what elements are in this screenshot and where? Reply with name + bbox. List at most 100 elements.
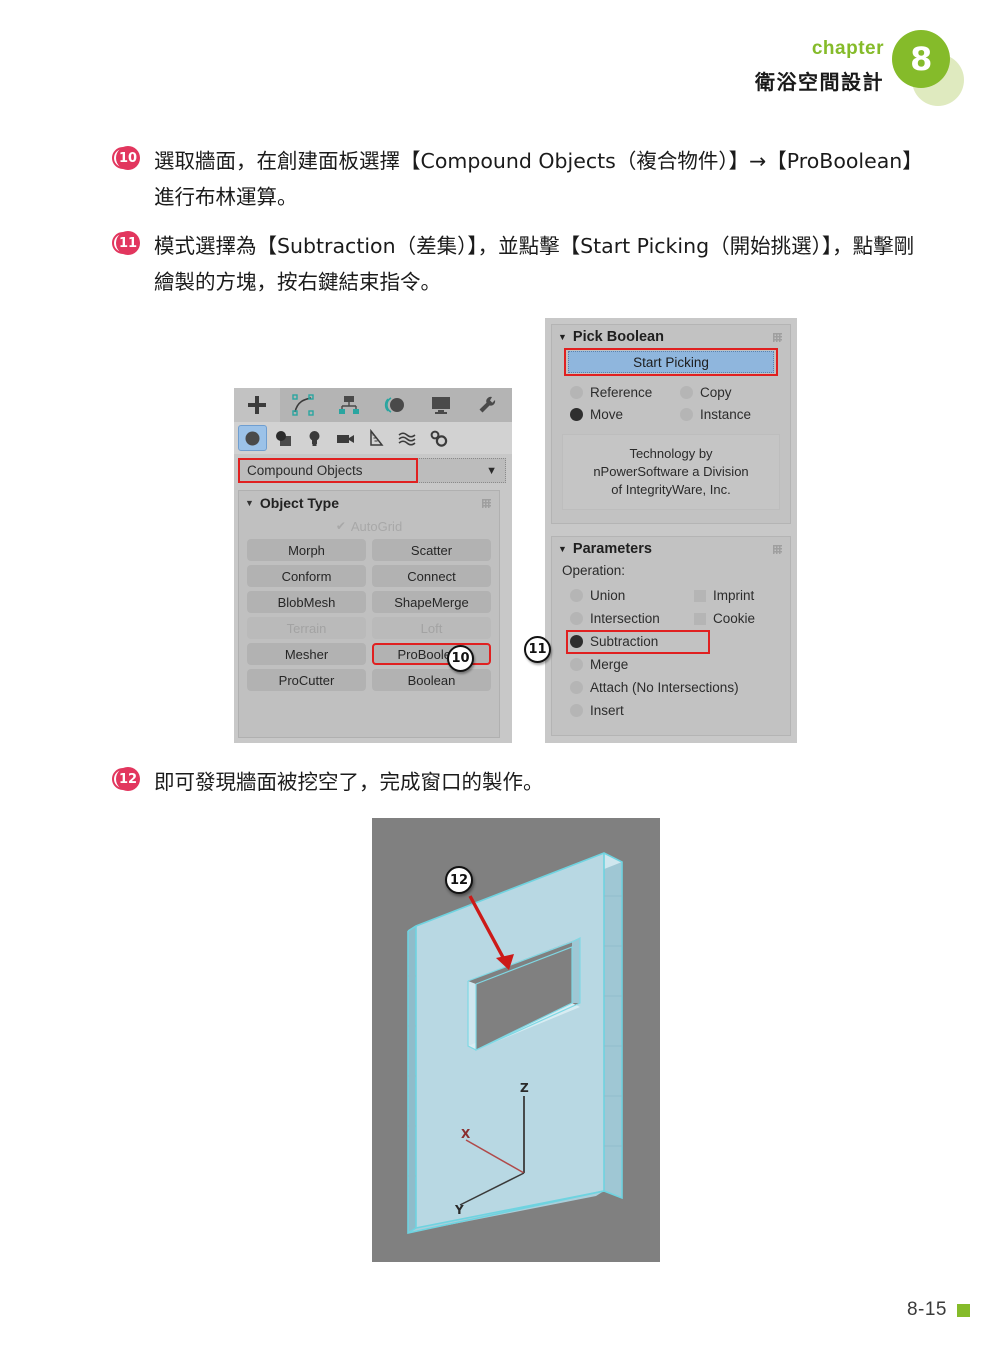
object-type-header[interactable]: ▼ Object Type xyxy=(239,491,499,515)
radio-reference[interactable]: Reference xyxy=(570,385,680,400)
rollout-grip-icon xyxy=(482,499,491,508)
subtraction-highlight-box xyxy=(566,630,710,654)
radio-dot-icon xyxy=(570,681,583,694)
operation-insert[interactable]: Insert xyxy=(570,699,790,722)
radio-dot-icon xyxy=(570,704,583,717)
step-text-11: 模式選擇為【Subtraction（差集）】，並點擊【Start Picking… xyxy=(154,234,915,294)
chapter-word: chapter xyxy=(811,38,884,59)
step-text-12: 即可發現牆面被挖空了，完成窗口的製作。 xyxy=(154,770,544,794)
object-type-button[interactable]: Conform xyxy=(247,565,366,587)
technology-credit-box: Technology by nPowerSoftware a Division … xyxy=(562,434,780,510)
operation-merge[interactable]: Merge xyxy=(570,653,790,676)
operation-union[interactable]: Union xyxy=(570,584,790,607)
spacewarps-category-button[interactable] xyxy=(393,425,422,451)
radio-dot-icon xyxy=(570,612,583,625)
step-badge-12: 12 xyxy=(112,767,140,793)
create-panel-screenshot: Compound Objects ▼ ▼ Object Type ✔ AutoG… xyxy=(234,388,512,743)
systems-gears-icon xyxy=(430,430,448,447)
radio-dot-icon xyxy=(570,386,583,399)
checkbox-label: Cookie xyxy=(713,611,756,626)
radio-instance[interactable]: Instance xyxy=(680,407,790,422)
pick-boolean-options: Reference Copy Move Instance xyxy=(552,373,790,422)
step-item-10: 10 選取牆面，在創建面板選擇【Compound Objects（複合物件）】→… xyxy=(112,143,932,215)
operation-label: Operation: xyxy=(562,563,626,578)
proboolean-params-screenshot: ▼ Pick Boolean Start Picking Reference C… xyxy=(545,318,797,743)
wall-side-face-left xyxy=(408,926,416,1233)
operation-label-text: Merge xyxy=(590,657,629,672)
chapter-header: 8 chapter 衛浴空間設計 xyxy=(752,24,972,110)
rollout-grip-icon xyxy=(773,333,782,342)
start-picking-button[interactable]: Start Picking xyxy=(568,351,774,373)
object-type-button[interactable]: Scatter xyxy=(372,539,491,561)
parameters-header[interactable]: ▼ Parameters xyxy=(552,537,790,561)
checkbox-icon xyxy=(694,612,706,625)
shapes-icon xyxy=(276,430,291,446)
operation-label-text: Insert xyxy=(590,703,624,718)
window-reveal-left xyxy=(468,981,476,1050)
technology-line: Technology by xyxy=(629,446,713,461)
chevron-down-icon: ▼ xyxy=(486,464,497,477)
operation-options: Union Intersection Subtraction Merge Att… xyxy=(552,578,790,722)
window-reveal-right xyxy=(572,938,580,1003)
radio-label: Move xyxy=(590,407,624,422)
start-picking-wrapper: Start Picking xyxy=(564,348,778,376)
modify-tab[interactable] xyxy=(280,388,326,422)
pick-boolean-header[interactable]: ▼ Pick Boolean xyxy=(552,325,790,349)
object-type-button[interactable]: BlobMesh xyxy=(247,591,366,613)
operation-checkboxes: Imprint Cookie xyxy=(694,584,755,630)
step-text-10: 選取牆面，在創建面板選擇【Compound Objects（複合物件）】→【Pr… xyxy=(154,149,923,209)
technology-line: nPowerSoftware a Division xyxy=(593,464,749,479)
hierarchy-icon xyxy=(339,396,359,414)
utilities-tab[interactable] xyxy=(464,388,510,422)
operation-attach[interactable]: Attach (No Intersections) xyxy=(570,676,790,699)
motion-tab[interactable] xyxy=(372,388,418,422)
utilities-wrench-icon xyxy=(479,396,496,413)
object-type-button[interactable]: Boolean xyxy=(372,669,491,691)
dropdown-selected-value: Compound Objects xyxy=(247,463,363,478)
operation-label-text: Intersection xyxy=(590,611,660,626)
checkmark-icon: ✔ xyxy=(335,519,346,533)
rollout-grip-icon xyxy=(773,545,782,554)
display-tab[interactable] xyxy=(418,388,464,422)
radio-dot-icon xyxy=(570,658,583,671)
callout-badge-12: 12 xyxy=(445,866,473,894)
checkbox-cookie[interactable]: Cookie xyxy=(694,607,755,630)
radio-move[interactable]: Move xyxy=(570,407,680,422)
radio-dot-icon xyxy=(680,408,693,421)
lights-bulb-icon xyxy=(309,430,320,446)
checkbox-label: Imprint xyxy=(713,588,755,603)
object-type-button[interactable]: ShapeMerge xyxy=(372,591,491,613)
helpers-category-button[interactable] xyxy=(362,425,391,451)
object-type-button: Terrain xyxy=(247,617,366,639)
modify-curve-icon xyxy=(292,394,314,416)
radio-dot-icon xyxy=(570,589,583,602)
systems-category-button[interactable] xyxy=(424,425,453,451)
radio-copy[interactable]: Copy xyxy=(680,385,790,400)
object-type-button[interactable]: Morph xyxy=(247,539,366,561)
viewport-screenshot: Z X Y 12 xyxy=(372,818,660,1262)
step-badge-number: 11 xyxy=(116,231,140,255)
hierarchy-tab[interactable] xyxy=(326,388,372,422)
geometry-sphere-icon xyxy=(245,431,260,445)
operation-intersection[interactable]: Intersection xyxy=(570,607,790,630)
radio-label: Instance xyxy=(700,407,752,422)
wall-model-render: Z X Y xyxy=(372,818,660,1262)
autogrid-checkbox[interactable]: ✔ AutoGrid xyxy=(239,515,499,537)
object-type-button[interactable]: Mesher xyxy=(247,643,366,665)
create-tab[interactable] xyxy=(234,388,280,422)
object-category-dropdown[interactable]: Compound Objects ▼ xyxy=(238,458,506,483)
object-type-button[interactable]: ProCutter xyxy=(247,669,366,691)
operation-label-text: Attach (No Intersections) xyxy=(590,680,739,695)
geometry-category-button[interactable] xyxy=(238,425,267,451)
page-number: 8-15 xyxy=(906,1299,947,1320)
chapter-number: 8 xyxy=(910,40,932,78)
chapter-title: 衛浴空間設計 xyxy=(755,72,884,94)
object-type-button[interactable]: Connect xyxy=(372,565,491,587)
checkbox-imprint[interactable]: Imprint xyxy=(694,584,755,607)
radio-label: Copy xyxy=(700,385,732,400)
shapes-category-button[interactable] xyxy=(269,425,298,451)
radio-dot-icon xyxy=(680,386,693,399)
cameras-category-button[interactable] xyxy=(331,425,360,451)
lights-category-button[interactable] xyxy=(300,425,329,451)
pick-boolean-title: Pick Boolean xyxy=(572,329,664,345)
